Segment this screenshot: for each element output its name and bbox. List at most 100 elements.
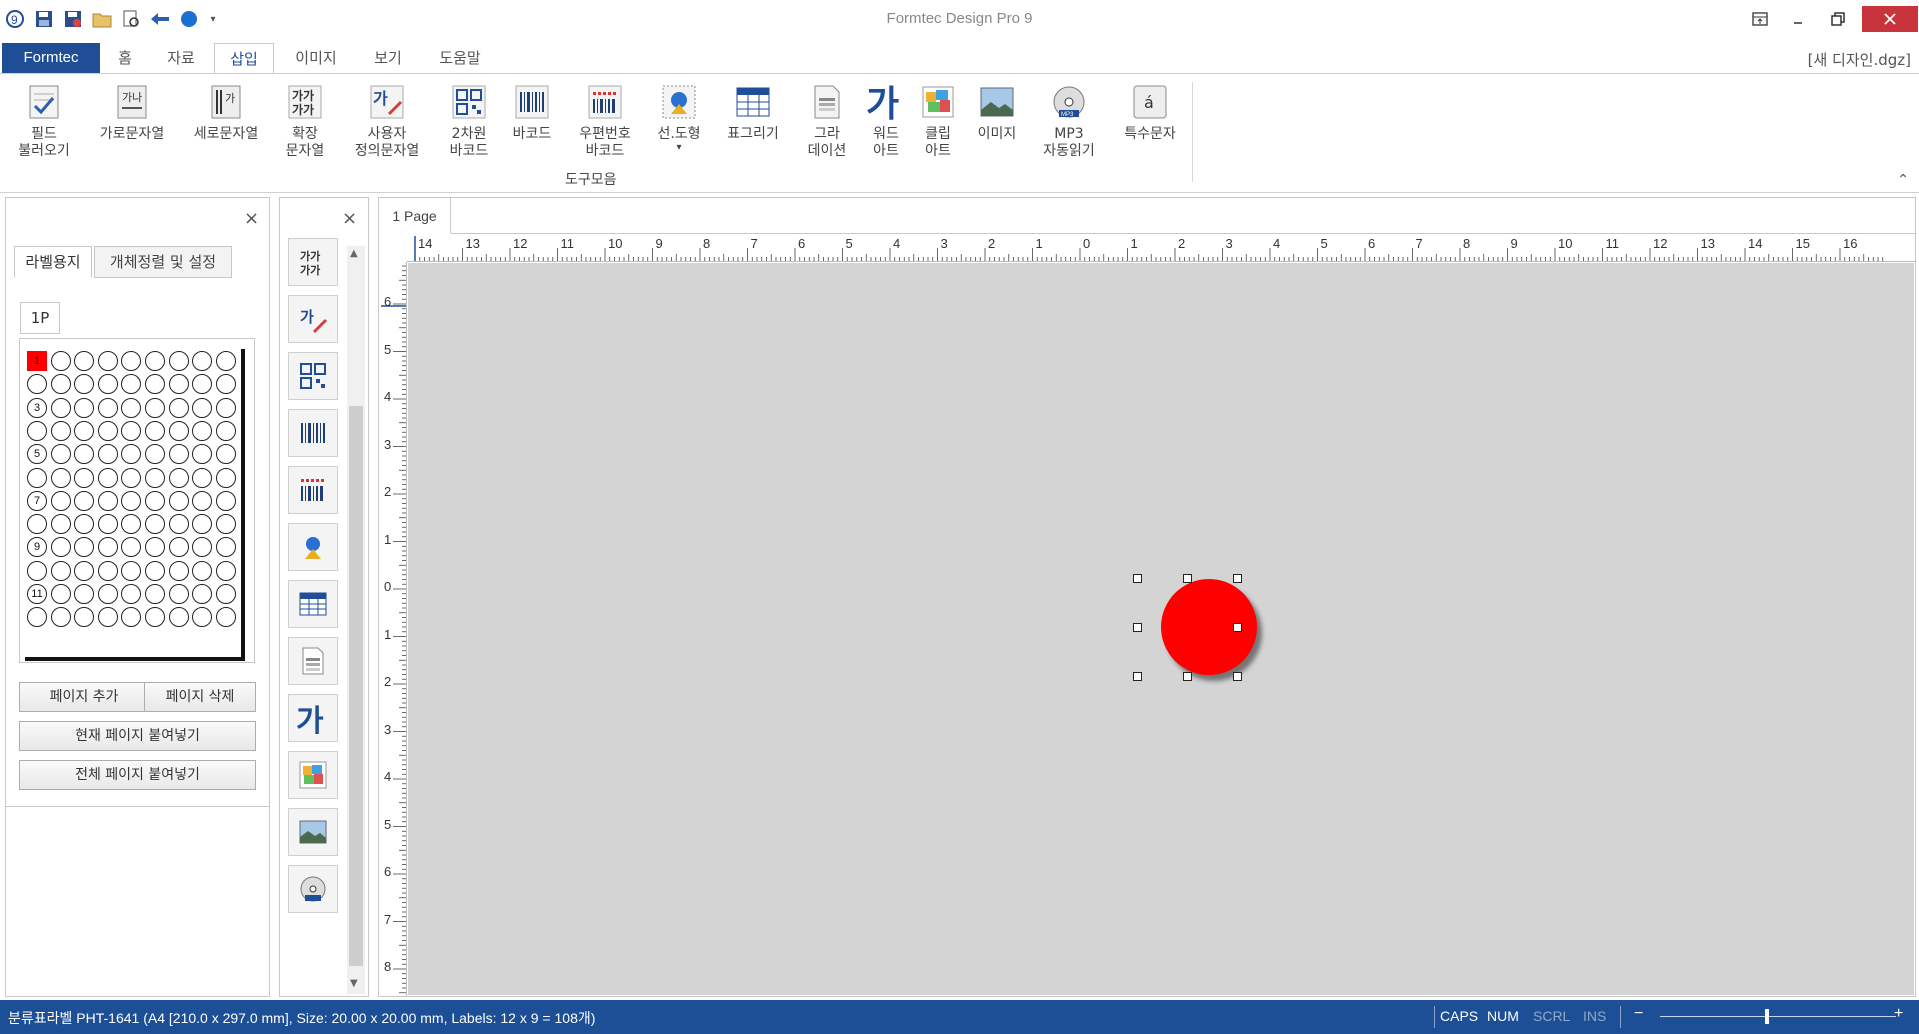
- label-cell[interactable]: [74, 351, 95, 371]
- horizontal-text-button[interactable]: 가나 가로문자열: [92, 82, 172, 143]
- resize-handle[interactable]: [1183, 672, 1192, 681]
- label-cell[interactable]: [145, 420, 165, 441]
- label-cell[interactable]: [121, 584, 142, 604]
- label-cell[interactable]: [27, 467, 47, 488]
- label-cell[interactable]: [97, 467, 118, 488]
- add-page-button[interactable]: 페이지 추가: [19, 682, 149, 712]
- label-cell[interactable]: [50, 444, 71, 465]
- postal-barcode-icon[interactable]: [288, 466, 338, 514]
- custom-text-button[interactable]: 가 사용자 정의문자열: [347, 82, 427, 160]
- label-cell[interactable]: [97, 397, 118, 418]
- label-cell[interactable]: [192, 444, 213, 465]
- label-cell[interactable]: [168, 490, 189, 511]
- label-cell[interactable]: [192, 537, 213, 558]
- label-cell[interactable]: [121, 467, 142, 488]
- label-cell[interactable]: [50, 537, 71, 558]
- label-cell[interactable]: [215, 560, 236, 581]
- label-cell[interactable]: [145, 490, 165, 511]
- label-cell[interactable]: [27, 607, 47, 628]
- label-cell[interactable]: [50, 467, 71, 488]
- label-cell[interactable]: [74, 584, 95, 604]
- label-cell[interactable]: [74, 514, 95, 535]
- label-cell[interactable]: [215, 490, 236, 511]
- zoom-out-button[interactable]: −: [1634, 1005, 1643, 1023]
- label-cell[interactable]: [192, 467, 213, 488]
- label-cell[interactable]: 5: [27, 444, 47, 465]
- label-cell[interactable]: [50, 607, 71, 628]
- qr-code-icon[interactable]: [288, 352, 338, 400]
- label-cell[interactable]: [50, 374, 71, 395]
- label-cell[interactable]: [192, 607, 213, 628]
- label-cell[interactable]: [27, 560, 47, 581]
- label-cell[interactable]: [145, 607, 165, 628]
- label-cell[interactable]: [50, 560, 71, 581]
- label-cell[interactable]: [192, 397, 213, 418]
- label-cell[interactable]: [145, 397, 165, 418]
- label-cell[interactable]: [168, 351, 189, 371]
- table-icon[interactable]: [288, 580, 338, 628]
- resize-handle[interactable]: [1133, 623, 1142, 632]
- close-icon[interactable]: ×: [342, 208, 357, 229]
- zoom-slider-thumb[interactable]: [1765, 1009, 1769, 1024]
- extended-text-button[interactable]: 가가 가가 확장 문자열: [284, 82, 326, 160]
- paste-all-pages-button[interactable]: 전체 페이지 붙여넣기: [19, 760, 256, 790]
- label-cell[interactable]: [192, 351, 213, 371]
- shape-icon[interactable]: [288, 523, 338, 571]
- label-cell[interactable]: [97, 514, 118, 535]
- image-button[interactable]: 이미지: [970, 82, 1024, 143]
- extended-text-icon[interactable]: 가가 가가: [288, 238, 338, 286]
- scroll-thumb[interactable]: [349, 406, 363, 966]
- ribbon-display-icon[interactable]: [1742, 6, 1778, 32]
- label-cell[interactable]: [192, 560, 213, 581]
- label-cell[interactable]: [192, 584, 213, 604]
- word-art-icon[interactable]: 가: [288, 694, 338, 742]
- tab-image[interactable]: 이미지: [284, 43, 348, 73]
- delete-page-button[interactable]: 페이지 삭제: [144, 682, 256, 712]
- label-cell[interactable]: [97, 560, 118, 581]
- label-cell[interactable]: [215, 584, 236, 604]
- tab-label-paper[interactable]: 라벨용지: [14, 246, 92, 278]
- maximize-button[interactable]: [1820, 6, 1856, 32]
- label-cell[interactable]: [168, 444, 189, 465]
- tab-help[interactable]: 도움말: [430, 43, 490, 73]
- label-cell[interactable]: [168, 374, 189, 395]
- label-cell[interactable]: [74, 537, 95, 558]
- label-cell[interactable]: [97, 490, 118, 511]
- label-cell[interactable]: [121, 374, 142, 395]
- tab-data[interactable]: 자료: [160, 43, 202, 73]
- label-cell[interactable]: [50, 397, 71, 418]
- label-cell[interactable]: [215, 374, 236, 395]
- minimize-button[interactable]: [1780, 6, 1816, 32]
- label-cell[interactable]: [74, 490, 95, 511]
- image-icon[interactable]: [288, 808, 338, 856]
- label-cell[interactable]: [121, 397, 142, 418]
- resize-handle[interactable]: [1233, 574, 1242, 583]
- label-cell[interactable]: 3: [27, 397, 47, 418]
- paste-current-page-button[interactable]: 현재 페이지 붙여넣기: [19, 721, 256, 751]
- gradation-button[interactable]: 그라 데이션: [800, 82, 854, 160]
- label-cell[interactable]: [215, 420, 236, 441]
- resize-handle[interactable]: [1133, 672, 1142, 681]
- qr-code-button[interactable]: 2차원 바코드: [444, 82, 494, 160]
- resize-handle[interactable]: [1133, 574, 1142, 583]
- toolbox-scrollbar[interactable]: ▲ ▼: [347, 246, 365, 994]
- special-char-button[interactable]: á 특수문자: [1114, 82, 1186, 143]
- label-cell[interactable]: [121, 444, 142, 465]
- tab-page-1[interactable]: 1 Page: [379, 198, 451, 234]
- label-cell[interactable]: [97, 537, 118, 558]
- label-cell[interactable]: [27, 420, 47, 441]
- collapse-ribbon-icon[interactable]: ⌃: [1897, 172, 1909, 188]
- label-cell[interactable]: [74, 560, 95, 581]
- label-cell[interactable]: [168, 514, 189, 535]
- label-cell[interactable]: 1: [27, 351, 47, 371]
- custom-text-icon[interactable]: 가: [288, 295, 338, 343]
- label-cell[interactable]: [97, 351, 118, 371]
- label-cell[interactable]: [121, 420, 142, 441]
- label-cell[interactable]: [145, 351, 165, 371]
- table-button[interactable]: 표그리기: [722, 82, 784, 143]
- label-cell[interactable]: [168, 397, 189, 418]
- label-cell[interactable]: [121, 607, 142, 628]
- shape-button[interactable]: 선.도형 ▾: [654, 82, 704, 153]
- label-cell[interactable]: [121, 537, 142, 558]
- label-cell[interactable]: [121, 490, 142, 511]
